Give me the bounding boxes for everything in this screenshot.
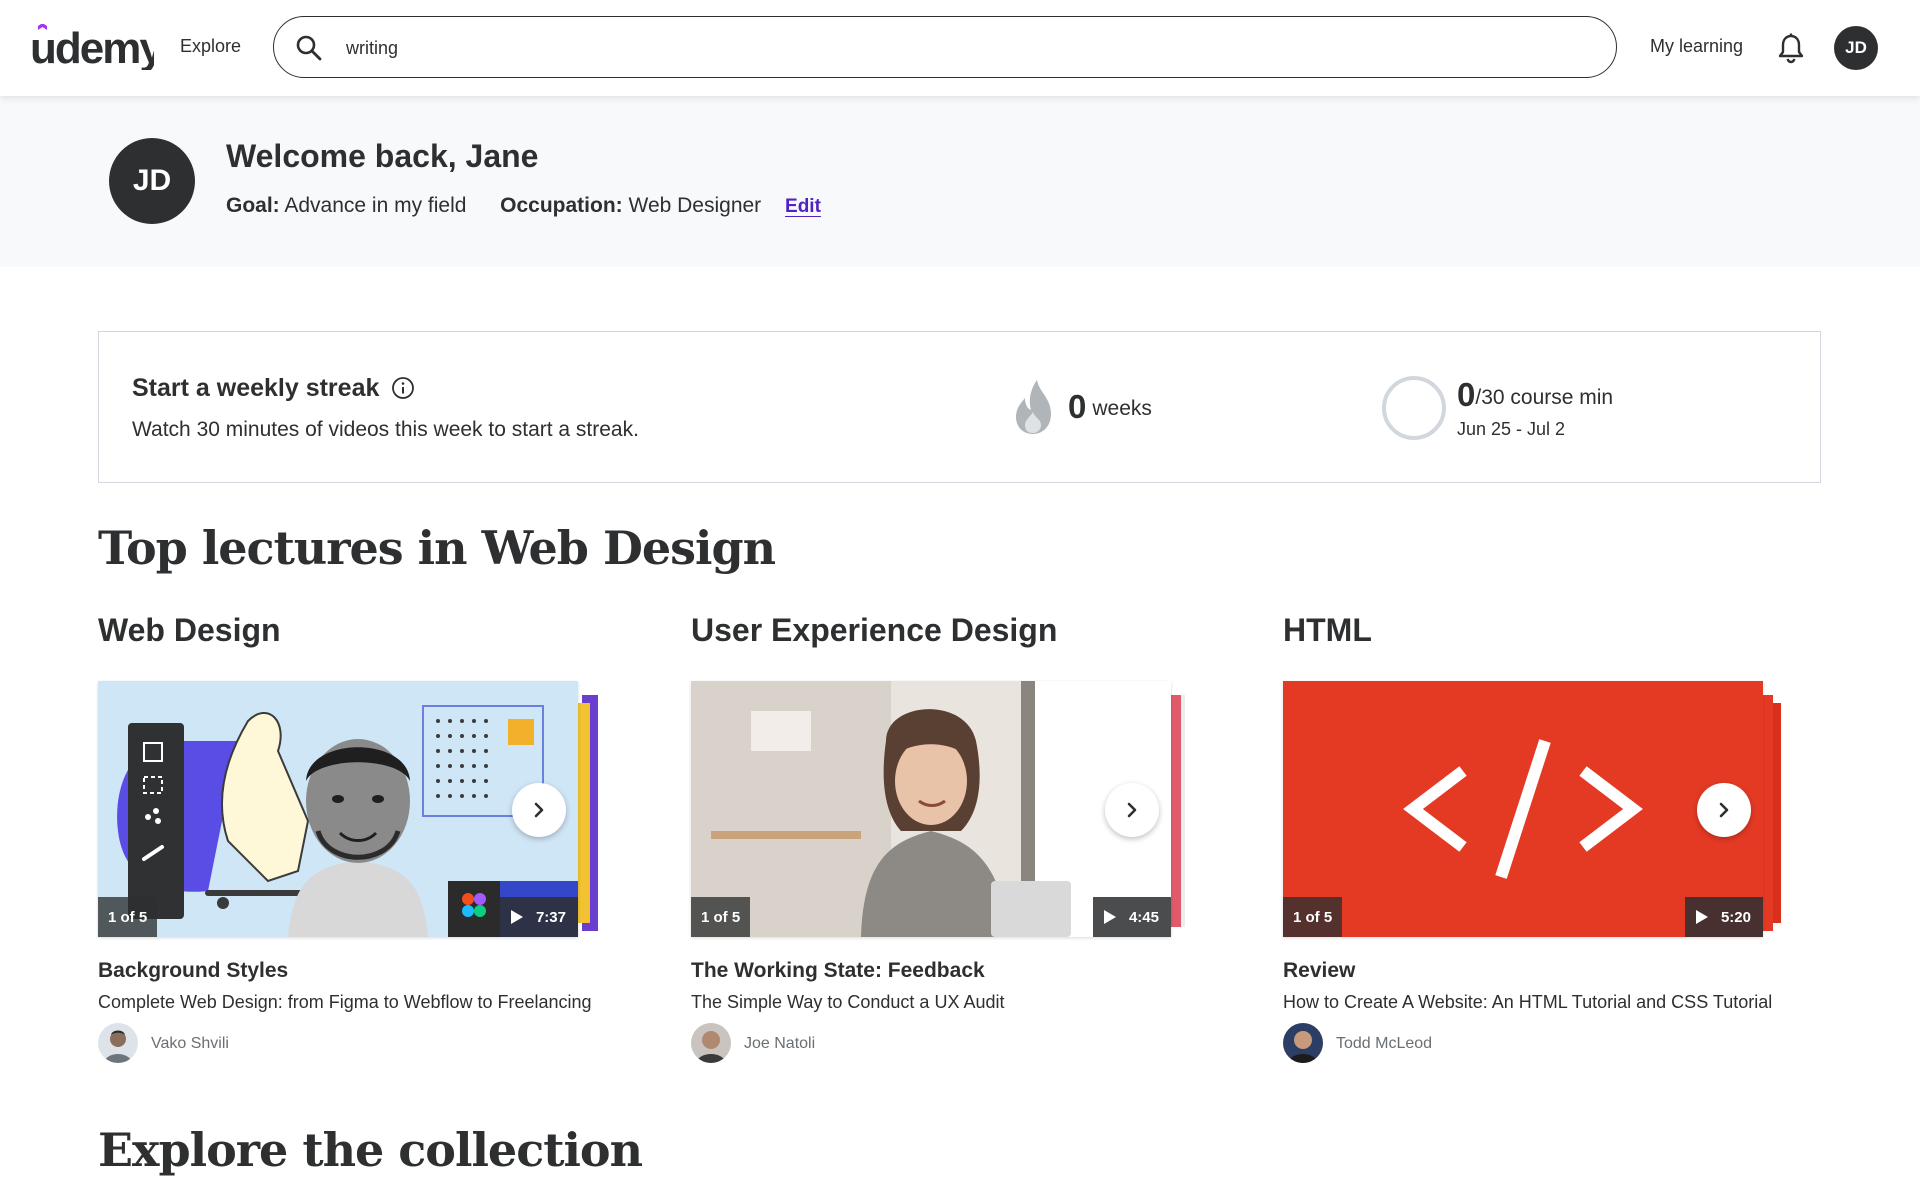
next-lecture-button[interactable] — [1105, 783, 1159, 837]
streak-date-range: Jun 25 - Jul 2 — [1457, 419, 1566, 439]
occupation-label: Occupation: — [500, 194, 623, 217]
course-name: Complete Web Design: from Figma to Webfl… — [98, 992, 592, 1012]
category-title-ux-design: User Experience Design — [691, 612, 1058, 648]
goal-occupation-line: Goal: Advance in my field Occupation: We… — [226, 194, 821, 218]
bell-icon[interactable] — [1776, 32, 1806, 64]
category-title-web-design: Web Design — [98, 612, 281, 648]
course-name: The Simple Way to Conduct a UX Audit — [691, 992, 1005, 1012]
edit-profile-link[interactable]: Edit — [785, 196, 821, 217]
duration-badge: 5:20 — [1684, 897, 1763, 937]
course-name: How to Create A Website: An HTML Tutoria… — [1283, 992, 1773, 1012]
duration-text: 7:37 — [535, 908, 566, 926]
instructor-name[interactable]: Todd McLeod — [1336, 1035, 1432, 1053]
play-icon — [1695, 910, 1708, 924]
my-learning-link[interactable]: My learning — [1650, 36, 1743, 57]
top-navigation-bar: udemy Explore My learning JD — [0, 0, 1920, 96]
instructor-avatar — [691, 1023, 731, 1063]
lecture-title[interactable]: Background Styles — [98, 959, 288, 983]
category-title-html: HTML — [1283, 612, 1372, 648]
info-icon[interactable] — [391, 376, 415, 400]
chevron-right-icon — [1127, 802, 1137, 818]
chevron-right-icon — [534, 802, 544, 818]
occupation-value: Web Designer — [628, 194, 762, 217]
lecture-thumbnail[interactable]: 1 of 5 4:45 — [691, 681, 1171, 937]
search-bar[interactable] — [273, 16, 1617, 78]
chevron-right-icon — [1719, 802, 1729, 818]
flame-icon — [1016, 380, 1051, 434]
explore-menu[interactable]: Explore — [180, 36, 241, 57]
minutes-goal: /30 course min — [1475, 386, 1614, 409]
streak-title: Start a weekly streak — [132, 374, 380, 402]
streak-weeks: 0 weeks — [1068, 388, 1152, 426]
instructor-avatar — [98, 1023, 138, 1063]
svg-text:udemy: udemy — [30, 24, 154, 70]
search-input[interactable] — [344, 31, 1588, 65]
welcome-banner: JD Welcome back, Jane Goal: Advance in m… — [0, 96, 1920, 267]
lecture-index-badge: 1 of 5 — [98, 897, 158, 937]
play-icon — [510, 910, 523, 924]
lecture-card-web-design[interactable]: 1 of 5 7:37 Background Styles Complete W… — [98, 681, 658, 1071]
profile-avatar: JD — [109, 138, 195, 224]
goal-label: Goal: — [226, 194, 280, 217]
lecture-index-badge: 1 of 5 — [691, 897, 751, 937]
weekly-streak-card: Start a weekly streak Watch 30 minutes o… — [98, 331, 1821, 483]
lecture-card-html[interactable]: 1 of 5 5:20 Review How to Create A Websi… — [1283, 681, 1843, 1071]
explore-collection-heading: Explore the collection — [98, 1123, 643, 1177]
top-lectures-heading: Top lectures in Web Design — [98, 521, 776, 575]
duration-badge: 4:45 — [1092, 897, 1171, 937]
streak-description: Watch 30 minutes of videos this week to … — [132, 418, 639, 441]
welcome-heading: Welcome back, Jane — [226, 138, 539, 174]
udemy-logo[interactable]: udemy — [30, 24, 154, 70]
weeks-label: weeks — [1092, 397, 1152, 420]
instructor-name[interactable]: Vako Shvili — [151, 1035, 229, 1053]
lecture-title[interactable]: Review — [1283, 959, 1355, 983]
next-lecture-button[interactable] — [1697, 783, 1751, 837]
minutes-progress-ring — [1382, 376, 1446, 440]
user-avatar[interactable]: JD — [1834, 26, 1878, 70]
duration-text: 5:20 — [1720, 908, 1751, 926]
duration-badge: 7:37 — [499, 897, 578, 937]
instructor-name[interactable]: Joe Natoli — [744, 1035, 815, 1053]
minutes-count: 0 — [1457, 376, 1476, 413]
course-minutes: 0/30 course min — [1457, 376, 1613, 414]
duration-text: 4:45 — [1128, 908, 1159, 926]
instructor-avatar — [1283, 1023, 1323, 1063]
next-lecture-button[interactable] — [512, 783, 566, 837]
lecture-index-badge: 1 of 5 — [1283, 897, 1343, 937]
lecture-card-ux-design[interactable]: 1 of 5 4:45 The Working State: Feedback … — [691, 681, 1251, 1071]
play-icon — [1103, 910, 1116, 924]
weeks-count: 0 — [1068, 388, 1087, 425]
goal-value: Advance in my field — [284, 194, 467, 217]
lecture-thumbnail[interactable]: 1 of 5 7:37 — [98, 681, 578, 937]
lecture-title[interactable]: The Working State: Feedback — [691, 959, 985, 983]
lecture-thumbnail[interactable]: 1 of 5 5:20 — [1283, 681, 1763, 937]
search-icon[interactable] — [294, 33, 324, 63]
